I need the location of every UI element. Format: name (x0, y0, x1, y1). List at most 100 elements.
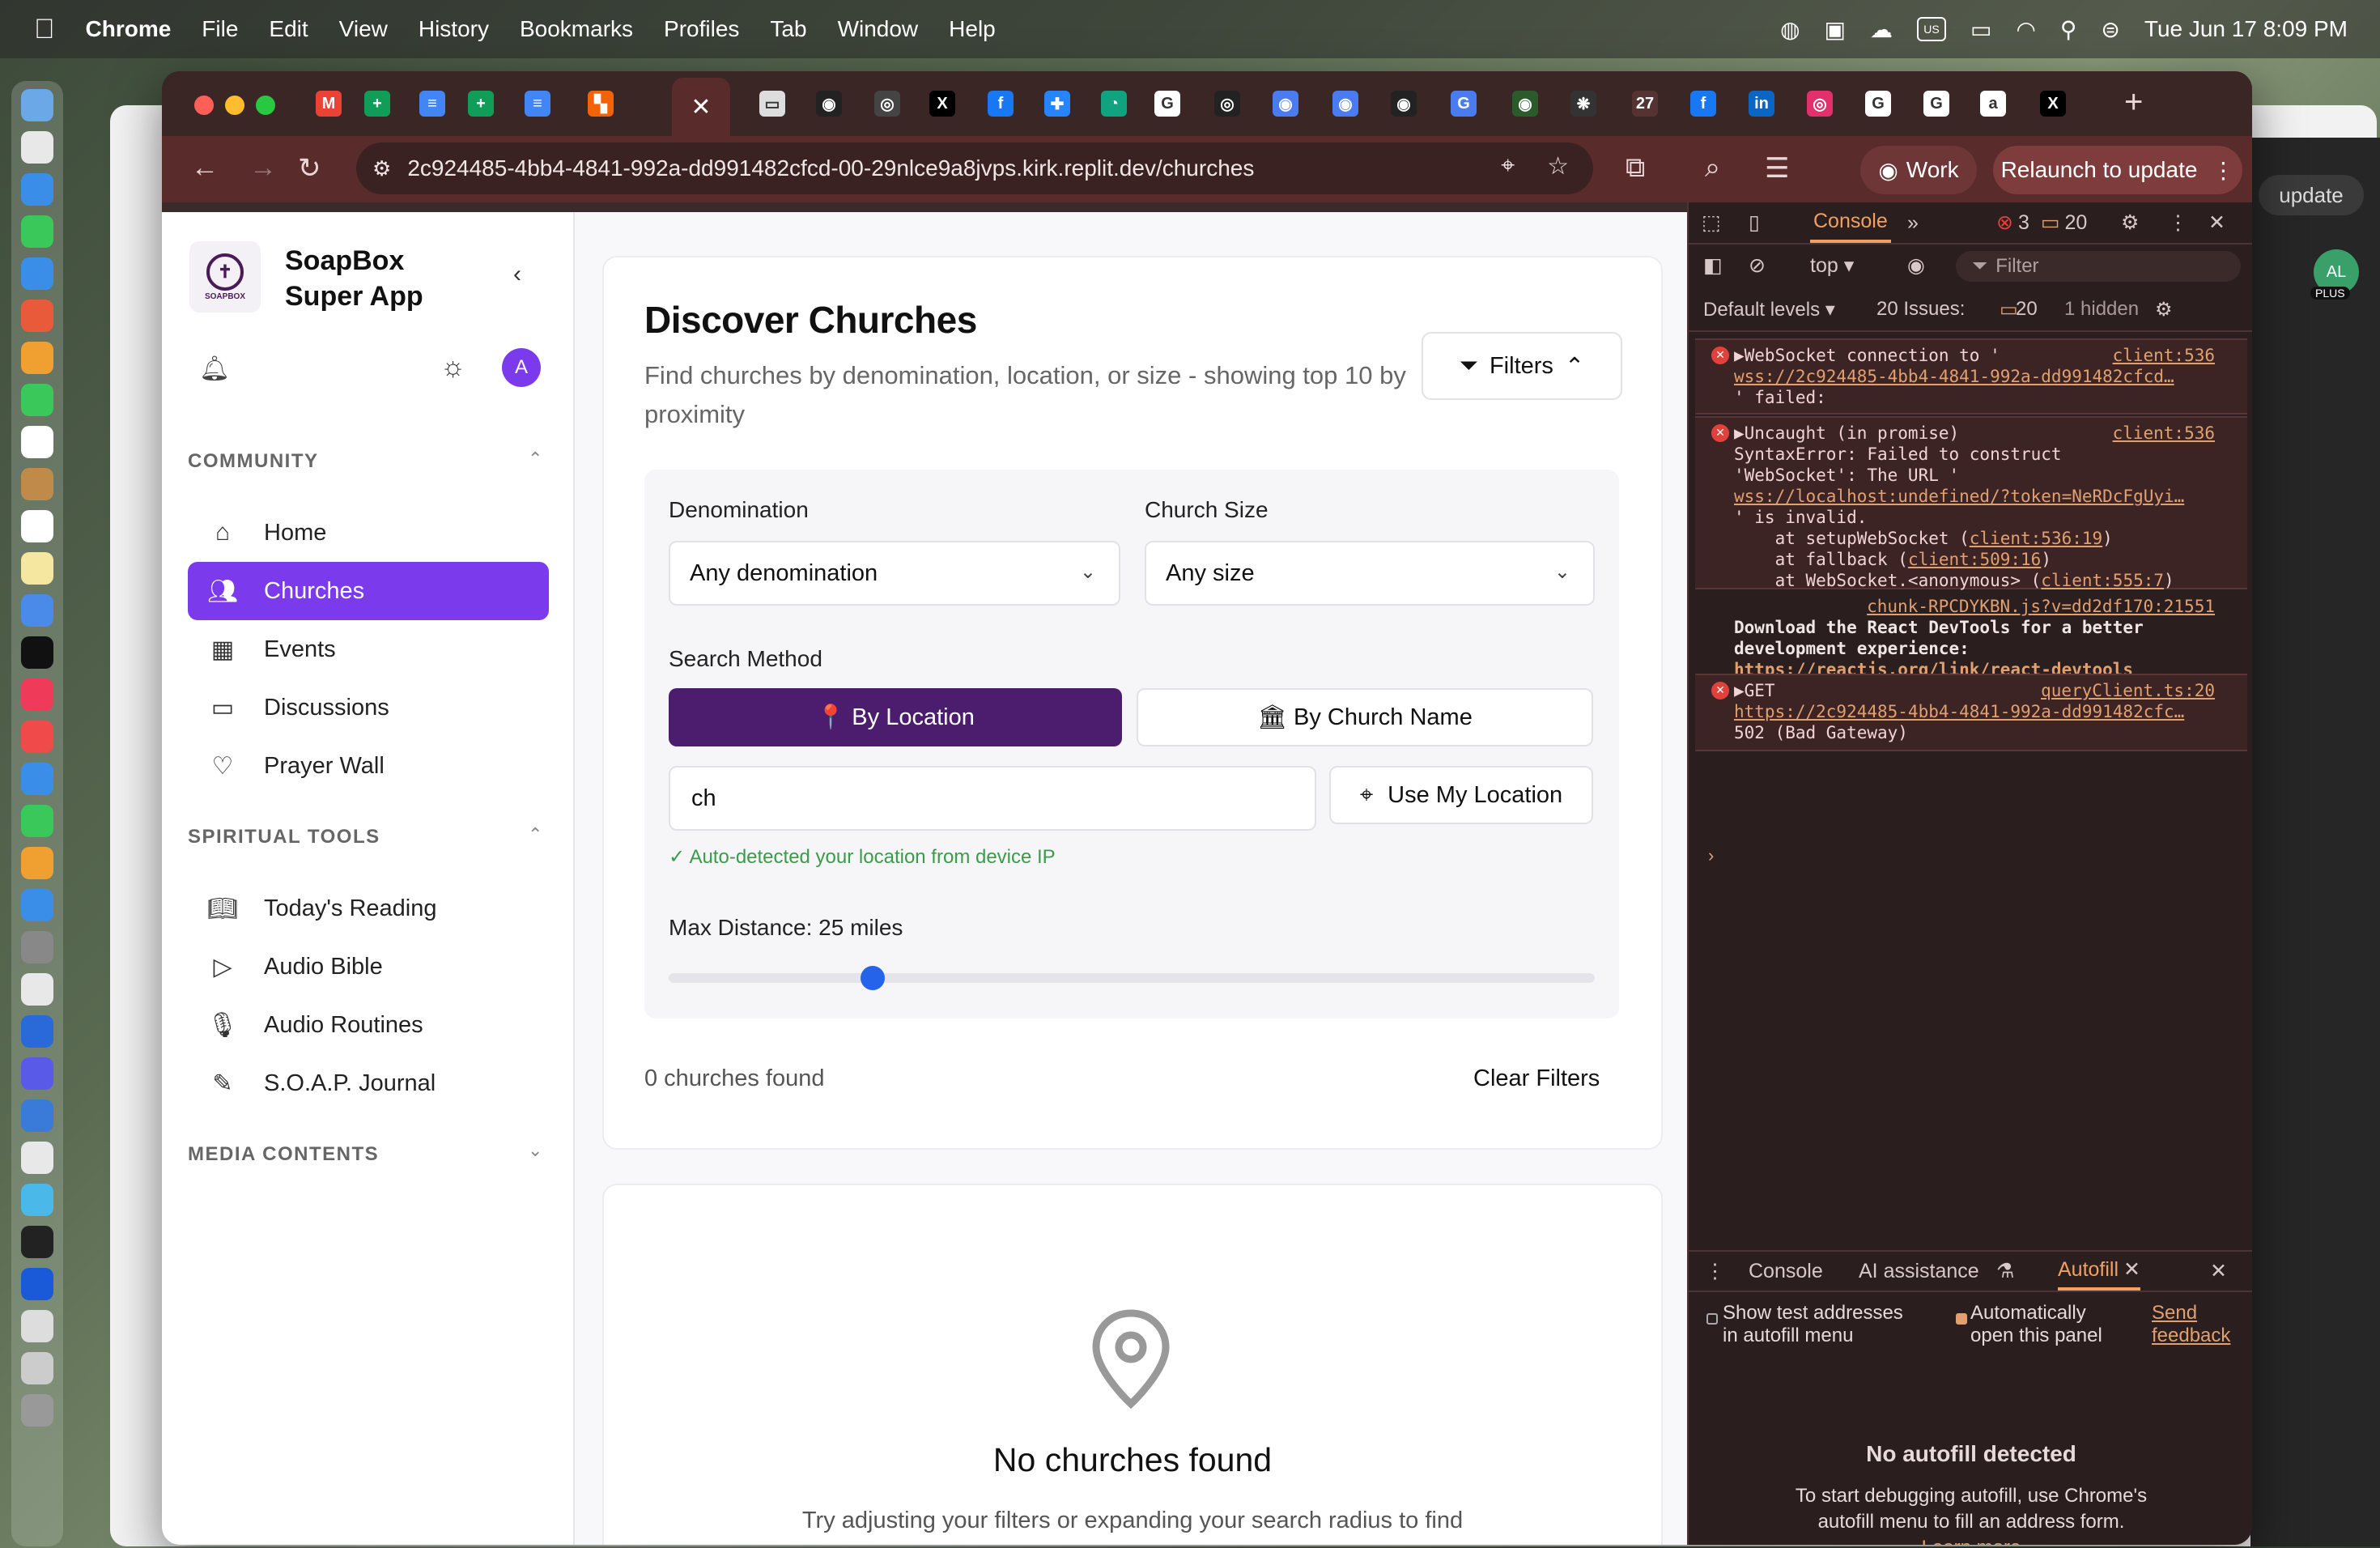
stack-frame-link[interactable]: client:509:16 (1908, 550, 2041, 569)
dock-app-mail-icon[interactable] (21, 257, 53, 290)
tab-favicon-icon[interactable]: G (1923, 91, 1949, 117)
tab-favicon-icon[interactable]: G (1154, 91, 1180, 117)
device-toolbar-icon[interactable]: ▯ (1749, 211, 1760, 235)
new-tab-button[interactable]: + (2124, 84, 2143, 121)
tab-console[interactable]: Console (1810, 202, 1891, 243)
user-avatar[interactable]: A (502, 348, 541, 387)
distance-slider-track[interactable] (669, 973, 1595, 983)
menu-help[interactable]: Help (949, 16, 996, 42)
by-location-button[interactable]: 📍 By Location (669, 688, 1122, 746)
reading-list-icon[interactable]: ☰ (1765, 152, 1789, 185)
minimize-window-button[interactable] (225, 96, 244, 115)
dock-app-facetime-icon[interactable] (21, 384, 53, 416)
clear-filters-button[interactable]: Clear Filters (1473, 1065, 1600, 1092)
tab-favicon-icon[interactable]: + (364, 91, 390, 117)
forward-button[interactable]: → (249, 152, 277, 184)
menu-file[interactable]: File (202, 16, 238, 42)
relaunch-button[interactable]: Relaunch to update ⋮ (1993, 146, 2242, 194)
tab-favicon-icon[interactable]: G (1451, 91, 1477, 117)
soapbox-logo[interactable]: ✝ SOAPBOX (189, 241, 261, 313)
sidebar-item-prayer-wall[interactable]: ♡ Prayer Wall (188, 737, 549, 795)
church-size-select[interactable]: Any size ⌄ (1145, 541, 1595, 606)
log-levels-dropdown[interactable]: Default levels ▾ (1703, 298, 1835, 321)
by-church-name-button[interactable]: 🏛 By Church Name (1137, 688, 1593, 746)
tab-favicon-icon[interactable]: ▭ (759, 91, 785, 117)
sidebar-item-discussions[interactable]: ▭ Discussions (188, 678, 549, 737)
dock-app-keynote-icon[interactable] (21, 763, 53, 795)
site-info-icon[interactable]: ⚙ (372, 156, 391, 181)
console-message-get-error[interactable]: ✕ queryClient.ts:20 ▶GET https://2c92448… (1695, 674, 2247, 751)
issues-label[interactable]: 20 Issues: (1876, 298, 1965, 321)
zoom-window-button[interactable] (256, 96, 275, 115)
dock-app-freeform-icon[interactable] (21, 594, 53, 627)
tab-favicon-icon[interactable]: ◎ (1214, 91, 1240, 117)
tab-favicon-icon[interactable]: ◎ (874, 91, 900, 117)
close-icon[interactable]: ✕ (2208, 211, 2225, 235)
address-bar[interactable]: ⚙ 2c924485-4bb4-4841-992a-dd991482cfcd-0… (356, 142, 1593, 194)
sidebar-item-churches[interactable]: 👥︎ Churches (188, 562, 549, 620)
menu-window[interactable]: Window (838, 16, 919, 42)
sidebar-item-home[interactable]: ⌂ Home (188, 504, 549, 562)
input-source-icon[interactable]: US (1916, 17, 1946, 41)
send-feedback-link[interactable]: Send feedback (2152, 1302, 2230, 1347)
drawer-tab-autofill[interactable]: Autofill ✕ (2058, 1252, 2140, 1291)
dock-app-1password-icon[interactable] (21, 1268, 53, 1300)
status-icon-1[interactable]: ◍ (1780, 16, 1800, 43)
drawer-tab-ai-assistance[interactable]: AI assistance (1859, 1260, 1979, 1283)
settings-gear-icon[interactable]: ⚙ (2121, 211, 2139, 235)
section-community[interactable]: COMMUNITY (188, 450, 318, 473)
dock-app-settings-icon[interactable] (21, 931, 53, 963)
dock-app-notes-icon[interactable] (21, 552, 53, 585)
filters-toggle-button[interactable]: ⏷ Filters ⌃ (1422, 332, 1622, 400)
tab-favicon-icon[interactable]: ≡ (525, 91, 550, 117)
dock-app-safari-icon[interactable] (21, 173, 53, 206)
active-tab-close-icon[interactable]: ✕ (672, 78, 730, 136)
stack-frame-link[interactable]: client:536:19 (1970, 529, 2102, 548)
menu-profiles[interactable]: Profiles (664, 16, 739, 42)
inspect-element-icon[interactable]: ⬚ (1702, 211, 1721, 235)
tab-favicon-icon[interactable]: ◉ (1332, 91, 1358, 117)
section-media-contents[interactable]: MEDIA CONTENTS (188, 1143, 379, 1166)
console-prompt[interactable]: › (1708, 845, 1714, 866)
context-selector[interactable]: top ▾ (1810, 253, 1854, 278)
back-button[interactable]: ← (191, 152, 219, 184)
control-center-icon[interactable]: ⊜ (2101, 16, 2119, 43)
message-source-link[interactable]: chunk-RPCDYKBN.js?v=dd2df170:21551 (1867, 596, 2215, 617)
location-input[interactable]: ch (669, 766, 1316, 831)
tab-favicon-icon[interactable]: ◉ (1391, 91, 1417, 117)
message-url-link[interactable]: wss://2c924485-4bb4-4841-992a-dd991482cf… (1734, 367, 2174, 386)
dock-app-chrome-icon[interactable] (21, 1142, 53, 1174)
dock-app-photos-icon[interactable] (21, 342, 53, 374)
reload-button[interactable]: ↻ (298, 152, 321, 185)
dock-app-appstore-icon[interactable] (21, 889, 53, 921)
dock-app-tv-icon[interactable] (21, 636, 53, 669)
console-settings-gear-icon[interactable]: ⚙ (2155, 298, 2173, 321)
close-drawer-icon[interactable]: ✕ (2210, 1259, 2227, 1283)
tab-favicon-icon[interactable]: ✚ (1044, 91, 1070, 117)
more-menu-icon[interactable]: ⋮ (2212, 157, 2234, 184)
more-tabs-icon[interactable]: » (1907, 211, 1919, 235)
tab-favicon-icon[interactable]: X (929, 91, 955, 117)
use-my-location-button[interactable]: ⌖ Use My Location (1329, 766, 1593, 824)
notifications-bell-icon[interactable]: 🔔︎ (199, 355, 230, 383)
tab-favicon-icon[interactable]: ◔ (1101, 91, 1127, 117)
drawer-tab-console[interactable]: Console (1749, 1260, 1823, 1283)
sidebar-item-audio-bible[interactable]: ▷ Audio Bible (188, 938, 549, 996)
menu-edit[interactable]: Edit (269, 16, 308, 42)
status-icon-2[interactable]: ▣ (1825, 16, 1846, 43)
tab-favicon-icon[interactable]: ▚ (588, 91, 614, 117)
message-source-link[interactable]: client:536 (2113, 423, 2215, 444)
battery-icon[interactable]: ▭ (1970, 16, 1991, 43)
collapse-sidebar-button[interactable]: ‹ (513, 261, 521, 288)
tab-favicon-icon[interactable]: M (316, 91, 342, 117)
tab-favicon-icon[interactable]: 27 (1632, 91, 1658, 117)
sidebar-toggle-icon[interactable]: ◧ (1703, 253, 1723, 278)
tab-favicon-icon[interactable]: ❋ (1570, 91, 1596, 117)
kebab-menu-icon[interactable]: ⋮ (2168, 211, 2188, 235)
dock-app-numbers-icon[interactable] (21, 805, 53, 837)
spotlight-search-icon[interactable]: ⚲ (2060, 16, 2077, 43)
chevron-down-icon[interactable]: ⌄ (528, 1140, 542, 1161)
dock-app-outlook-icon[interactable] (21, 1015, 53, 1048)
tab-favicon-icon[interactable]: ◎ (1807, 91, 1833, 117)
console-message-react-devtools[interactable]: chunk-RPCDYKBN.js?v=dd2df170:21551 Downl… (1695, 591, 2247, 679)
